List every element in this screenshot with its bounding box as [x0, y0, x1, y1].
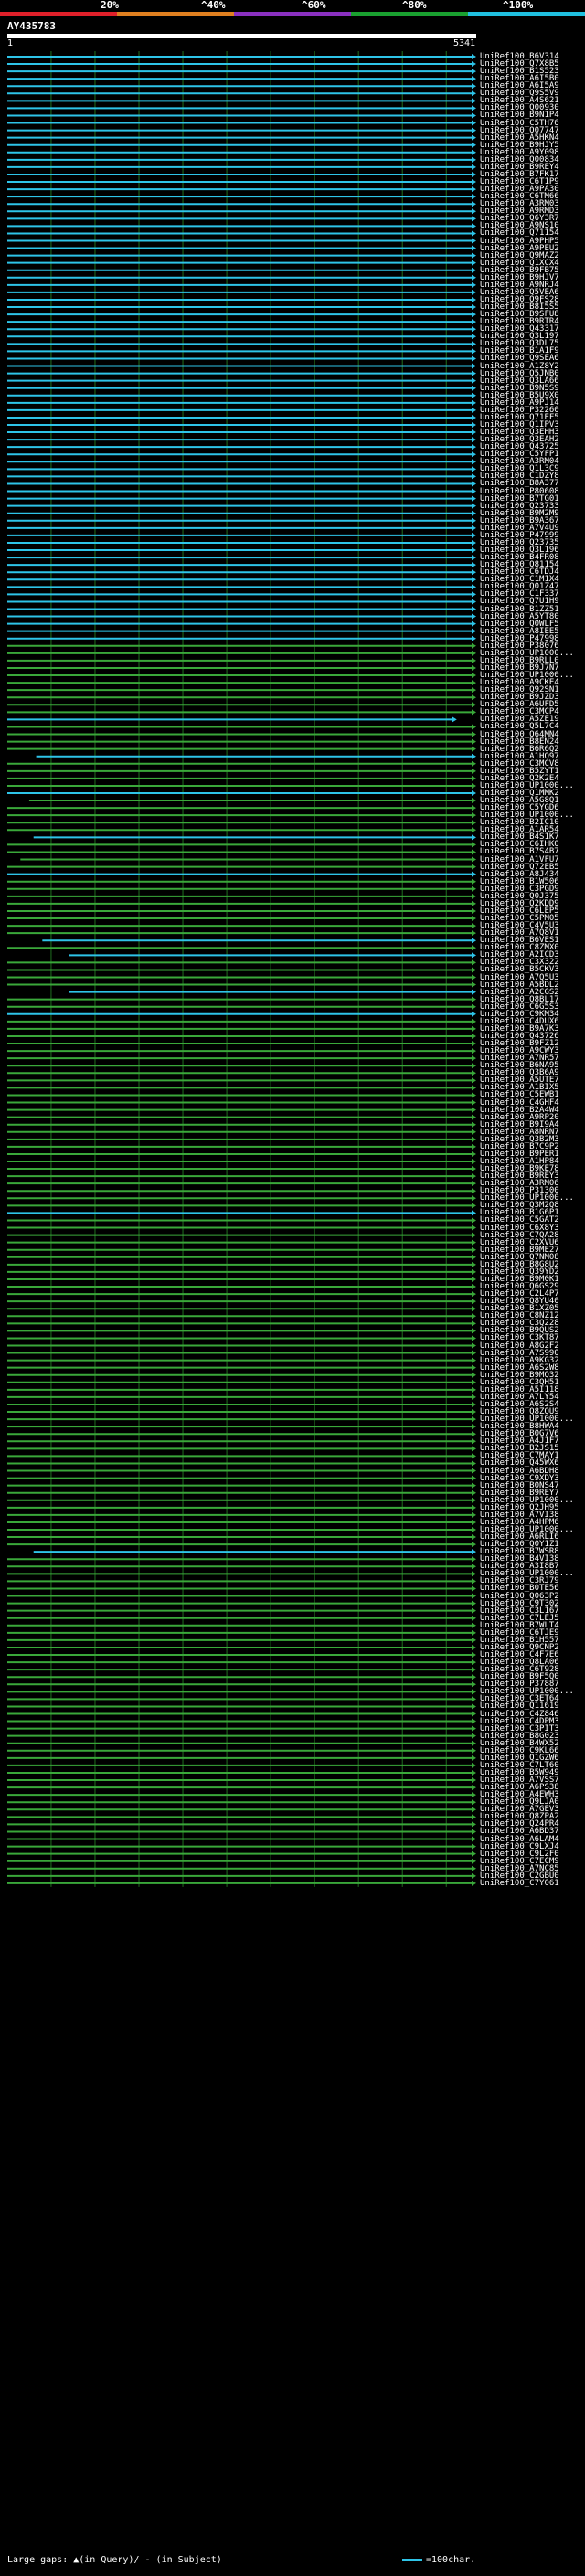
unit-key: =100char.	[402, 2555, 475, 2566]
hit-label[interactable]: UniRef100_C7Y061	[480, 1879, 559, 1888]
legend: Large gaps: ▲(in Query)/ - (in Subject)	[7, 2555, 222, 2566]
legend-text: Large gaps: ▲(in Query)/ - (in Subject)	[7, 2555, 222, 2565]
unit-text: =100char.	[426, 2555, 476, 2565]
hit-label-column: UniRef100_B6V314 UniRef100_Q7X8B5 UniRef10…	[0, 0, 585, 2576]
unit-line-swatch	[402, 2558, 422, 2561]
